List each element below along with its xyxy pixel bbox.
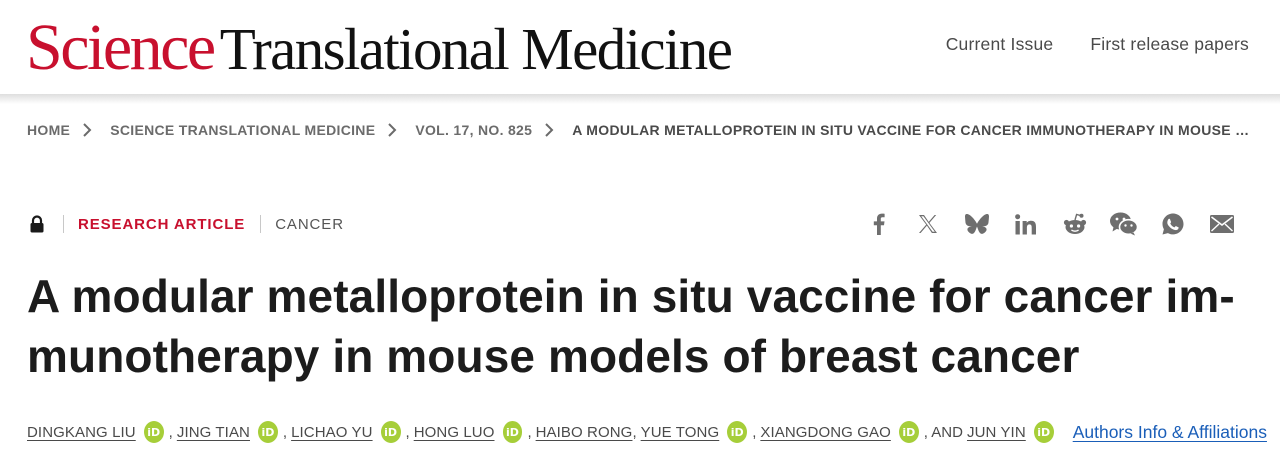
author-list: DINGKANG LIU iD, JING TIAN iD, LICHAO YU iD, H…	[27, 421, 1267, 443]
breadcrumb-home[interactable]: HOME	[27, 122, 70, 138]
subject-label[interactable]: CANCER	[275, 216, 344, 233]
share-bar	[854, 210, 1246, 238]
meta-divider	[260, 215, 262, 233]
lock-icon	[30, 215, 44, 233]
email-icon[interactable]	[1197, 210, 1246, 238]
breadcrumb-current: A MODULAR METALLOPROTEIN IN SITU VACCINE…	[572, 122, 1252, 138]
meta-divider	[63, 215, 64, 233]
article-title: A modular metalloprotein in situ vaccine…	[27, 270, 1235, 382]
reddit-icon[interactable]	[1050, 210, 1099, 238]
orcid-icon[interactable]: iD	[143, 421, 164, 443]
author-separator: , AND	[923, 423, 963, 441]
top-nav: Current Issue First release papers	[946, 34, 1249, 55]
author-separator: ,	[168, 423, 173, 441]
site-header: Science Translational Medicine Current Is…	[0, 0, 1280, 94]
orcid-icon[interactable]: iD	[727, 421, 748, 443]
orcid-icon[interactable]: iD	[1033, 421, 1054, 443]
author-link[interactable]: HONG LUO	[414, 424, 495, 441]
chevron-right-icon	[387, 123, 405, 137]
logo-science-text: Science	[26, 11, 216, 84]
wechat-icon[interactable]	[1099, 210, 1148, 238]
linkedin-icon[interactable]	[1001, 210, 1050, 238]
author-link[interactable]: LICHAO YU	[291, 424, 372, 441]
author-link[interactable]: HAIBO RONG	[536, 424, 633, 441]
header-shadow	[0, 94, 1280, 104]
author-link[interactable]: DINGKANG LIU	[27, 424, 136, 441]
bluesky-icon[interactable]	[952, 210, 1001, 238]
authors-info-affiliations-link[interactable]: Authors Info & Affiliations	[1073, 422, 1267, 443]
breadcrumb-issue[interactable]: VOL. 17, NO. 825	[415, 122, 532, 138]
author-link[interactable]: JUN YIN	[967, 424, 1026, 441]
chevron-right-icon	[544, 123, 562, 137]
nav-current-issue[interactable]: Current Issue	[946, 34, 1054, 55]
facebook-icon[interactable]	[854, 210, 903, 238]
chevron-right-icon	[82, 123, 100, 137]
author-separator: ,	[405, 423, 410, 441]
orcid-icon[interactable]: iD	[257, 421, 278, 443]
author-separator: ,	[527, 423, 532, 441]
breadcrumb-journal[interactable]: SCIENCE TRANSLATIONAL MEDICINE	[110, 122, 375, 138]
author-separator: ,	[282, 423, 288, 441]
author-separator: ,	[632, 423, 637, 441]
whatsapp-icon[interactable]	[1148, 210, 1197, 238]
orcid-icon[interactable]: iD	[380, 421, 401, 443]
article-meta: RESEARCH ARTICLE CANCER	[30, 210, 1250, 238]
author-link[interactable]: JING TIAN	[177, 424, 250, 441]
nav-first-release-papers[interactable]: First release papers	[1090, 34, 1249, 55]
journal-logo[interactable]: Science Translational Medicine	[26, 8, 733, 88]
x-icon[interactable]	[903, 210, 952, 238]
orcid-icon[interactable]: iD	[898, 421, 919, 443]
author-link[interactable]: YUE TONG	[641, 424, 720, 441]
article-type-label[interactable]: RESEARCH ARTICLE	[78, 216, 245, 233]
orcid-icon[interactable]: iD	[502, 421, 523, 443]
author-separator: ,	[752, 423, 757, 441]
author-link[interactable]: XIANGDONG GAO	[760, 424, 891, 441]
breadcrumb: HOME SCIENCE TRANSLATIONAL MEDICINE VOL.…	[27, 122, 1252, 138]
logo-journal-text: Translational Medicine	[219, 16, 733, 82]
